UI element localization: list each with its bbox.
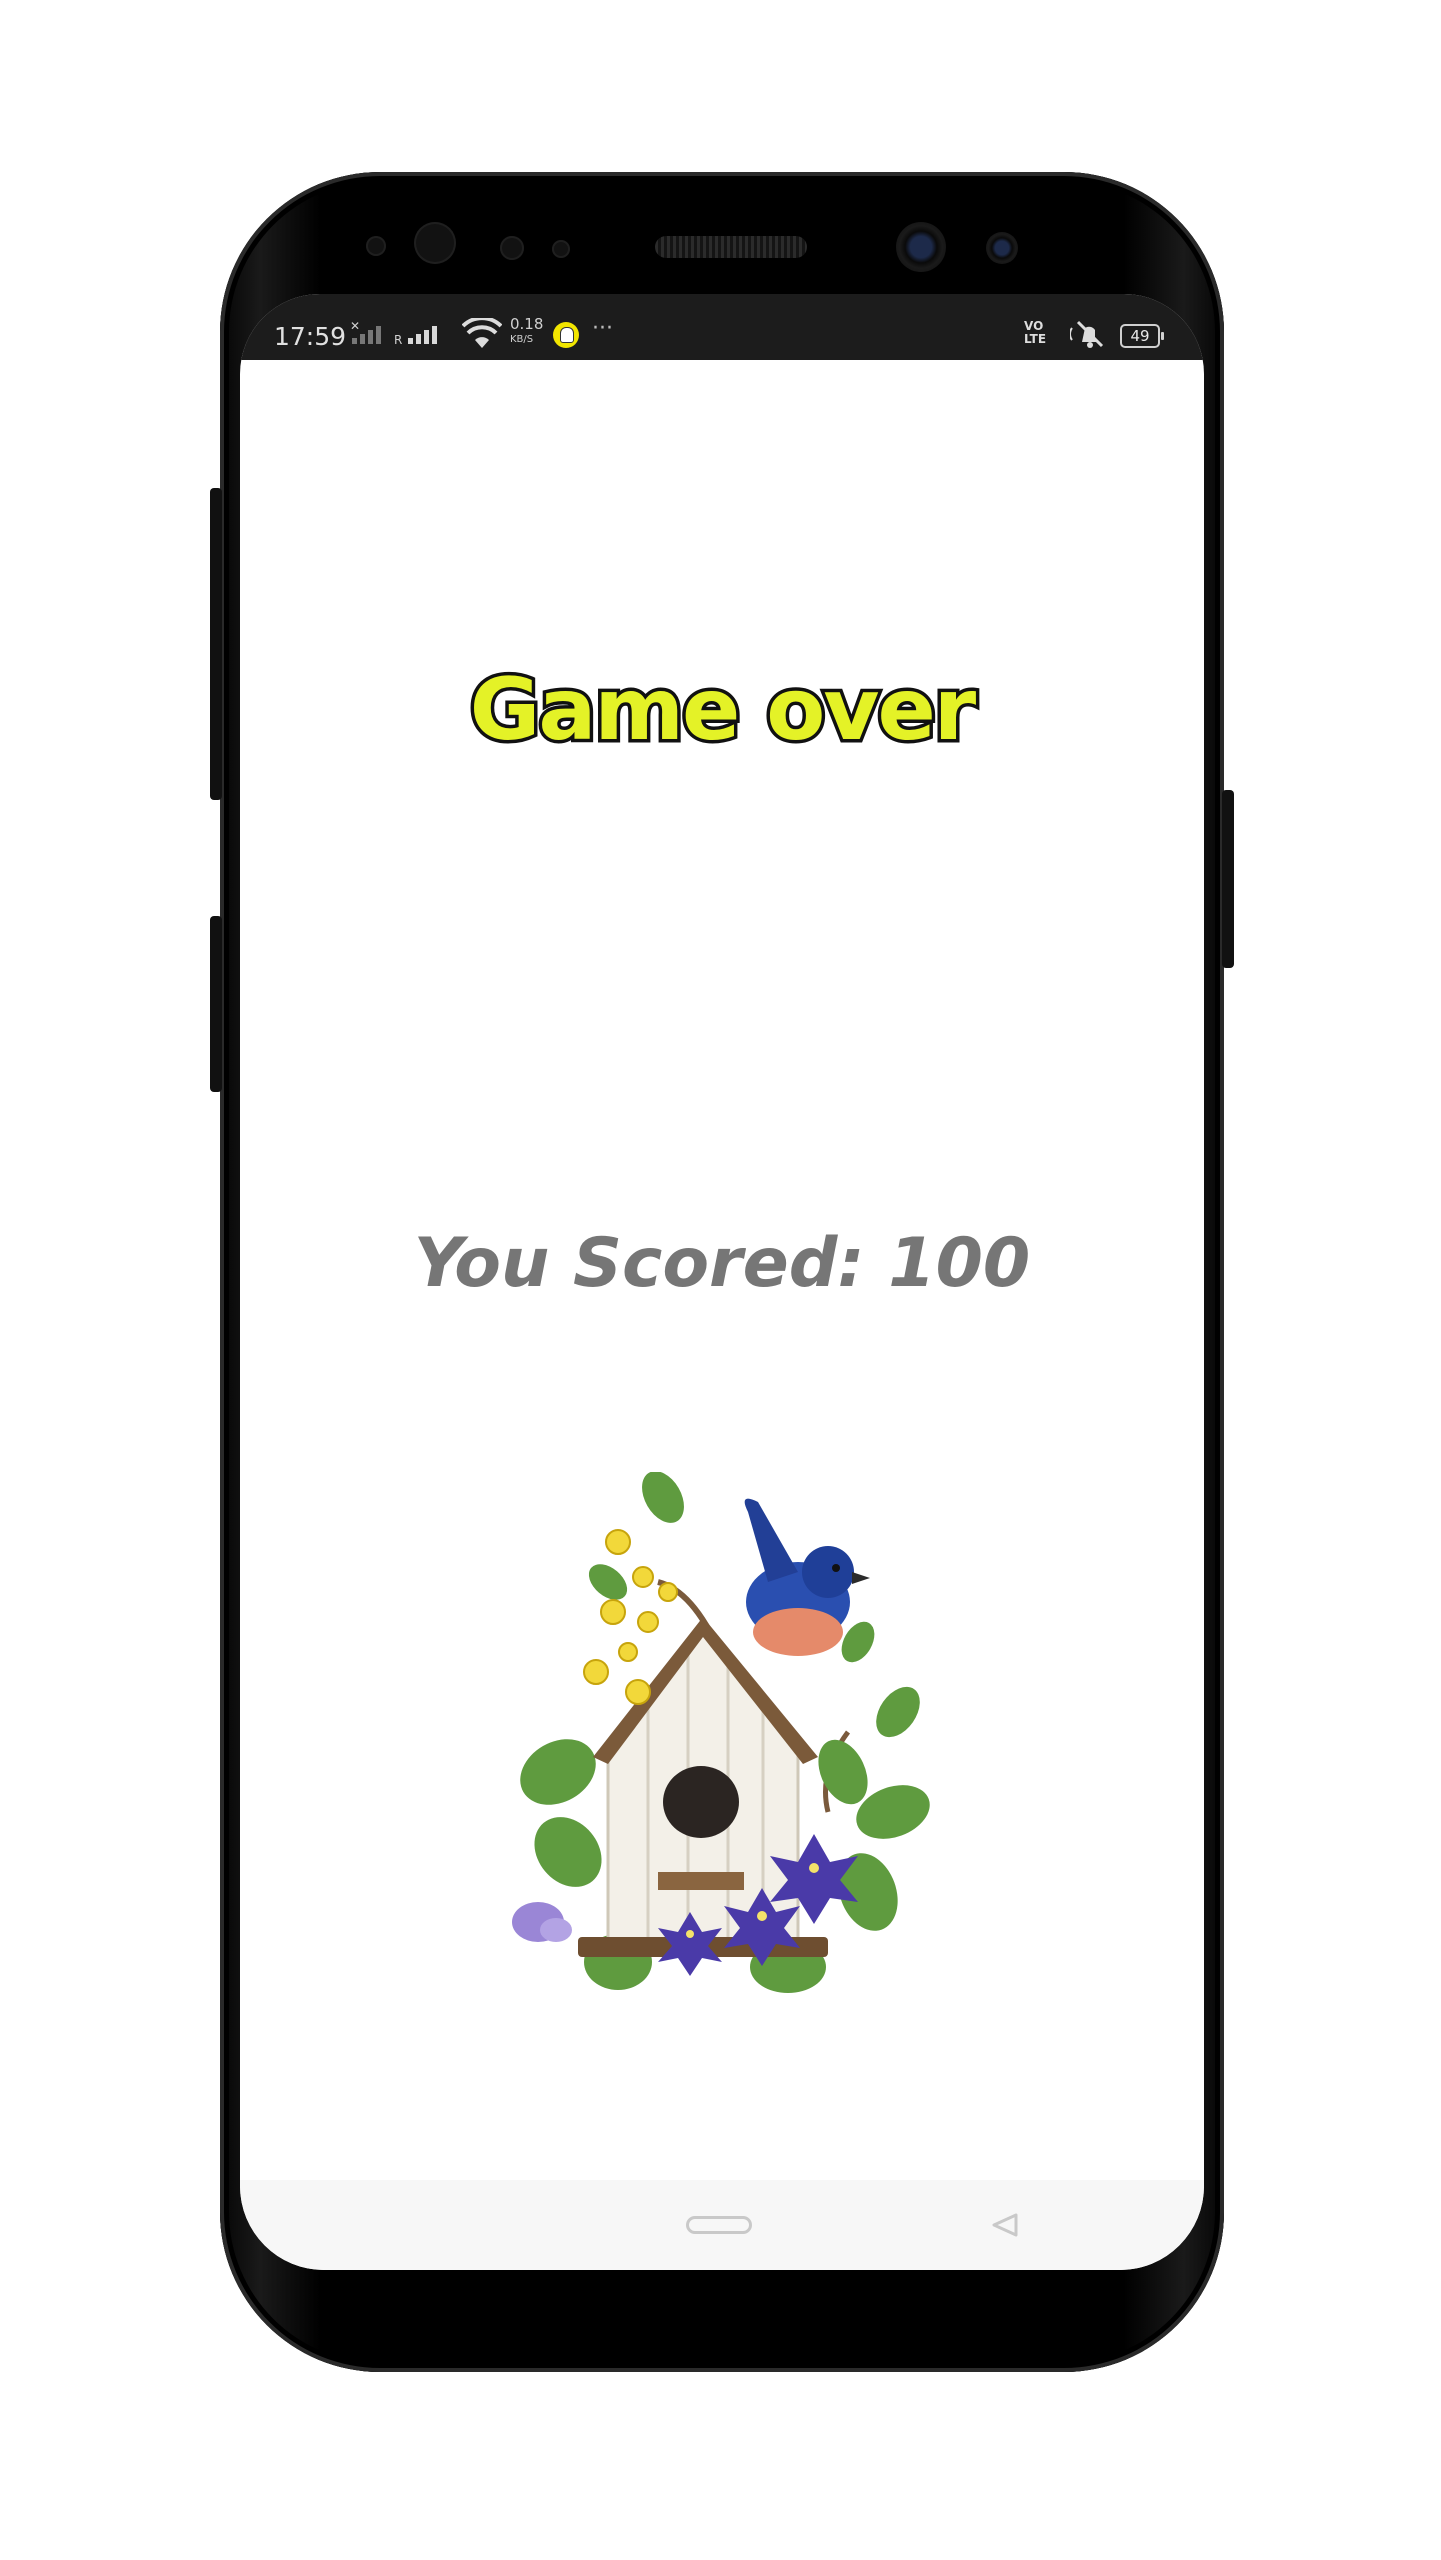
iris-camera bbox=[986, 232, 1018, 264]
navigation-bar bbox=[240, 2180, 1204, 2270]
proximity-sensor bbox=[366, 236, 386, 256]
front-camera bbox=[896, 222, 946, 272]
snapchat-notification-icon bbox=[553, 322, 579, 348]
volte-icon: VO LTE bbox=[1024, 319, 1047, 346]
birdhouse-illustration bbox=[512, 1472, 930, 1993]
back-triangle-icon[interactable] bbox=[990, 2212, 1020, 2238]
status-bar: 17:59 ✕ R 0.18 KB/S ··· VO LTE 49 bbox=[240, 294, 1204, 360]
wifi-icon bbox=[462, 318, 502, 348]
network-speed-value: 0.18 bbox=[510, 315, 544, 333]
bixby-button bbox=[210, 916, 222, 1092]
earpiece-speaker bbox=[655, 236, 807, 258]
network-speed-unit: KB/S bbox=[510, 334, 534, 345]
power-button bbox=[1222, 790, 1234, 968]
screen: 17:59 ✕ R 0.18 KB/S ··· VO LTE 49 Game o… bbox=[240, 294, 1204, 2270]
status-time: 17:59 bbox=[274, 322, 347, 351]
more-notifications-icon: ··· bbox=[592, 316, 613, 341]
battery-icon: 49 bbox=[1120, 324, 1164, 348]
score-text: You Scored: 100 bbox=[413, 1224, 1031, 1303]
mute-bell-icon bbox=[1070, 320, 1104, 348]
iris-sensor bbox=[414, 222, 456, 264]
sim2-signal-icon bbox=[408, 324, 437, 344]
sim1-no-service-icon: ✕ bbox=[350, 319, 361, 333]
volume-up-button bbox=[210, 488, 222, 800]
led-sensor bbox=[552, 240, 570, 258]
light-sensor bbox=[500, 236, 524, 260]
game-over-title: Game over bbox=[466, 657, 979, 764]
battery-level: 49 bbox=[1130, 327, 1150, 345]
home-pill-icon[interactable] bbox=[686, 2216, 752, 2234]
roaming-indicator: R bbox=[394, 333, 403, 347]
